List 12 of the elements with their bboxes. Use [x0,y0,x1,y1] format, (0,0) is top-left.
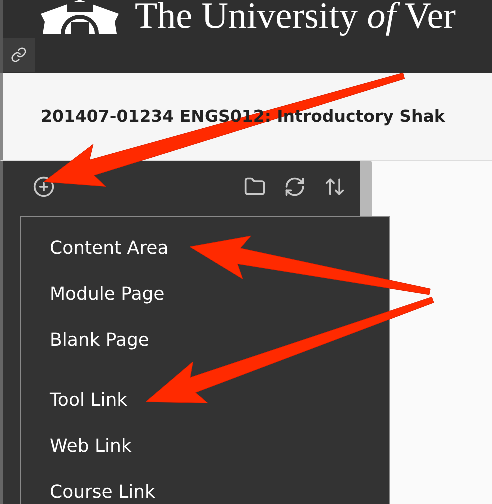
university-title: The University of Ver [135,0,456,36]
menu-item[interactable]: Tool Link [21,378,389,424]
menu-item[interactable]: Content Area [21,226,389,272]
sort-icon[interactable] [324,176,346,198]
add-icon[interactable] [33,176,55,198]
link-icon[interactable] [11,47,27,63]
menu-item[interactable]: Course Link [21,470,389,504]
menu-item[interactable]: Web Link [21,424,389,470]
refresh-icon[interactable] [284,176,306,198]
menu-item[interactable]: Module Page [21,272,389,318]
folder-icon[interactable] [244,176,266,198]
menu-item[interactable]: Blank Page [21,318,389,364]
